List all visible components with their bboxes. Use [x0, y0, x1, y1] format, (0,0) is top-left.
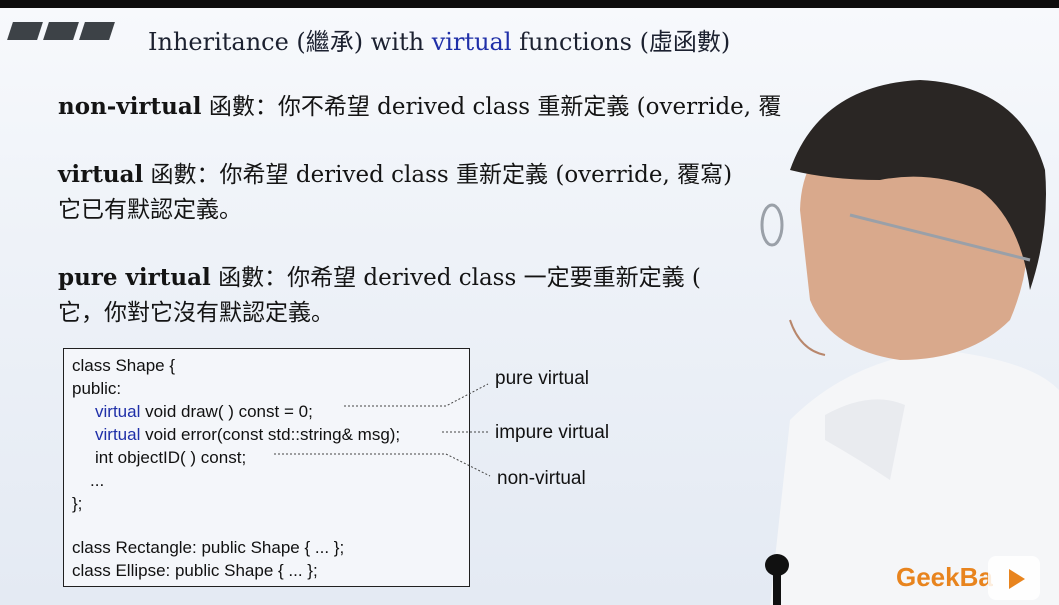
geekband-logo: GeekBa [896, 562, 993, 592]
top-border [0, 0, 1059, 8]
presenter-image [760, 80, 1059, 605]
label-pure-virtual: pure virtual [495, 368, 589, 389]
lecture-slide: Inheritance (繼承) with virtual functions … [0, 8, 1059, 605]
microphone-icon [765, 554, 789, 605]
label-impure-virtual: impure virtual [495, 422, 610, 443]
play-icon[interactable] [988, 556, 1040, 600]
label-non-virtual: non-virtual [497, 468, 586, 489]
